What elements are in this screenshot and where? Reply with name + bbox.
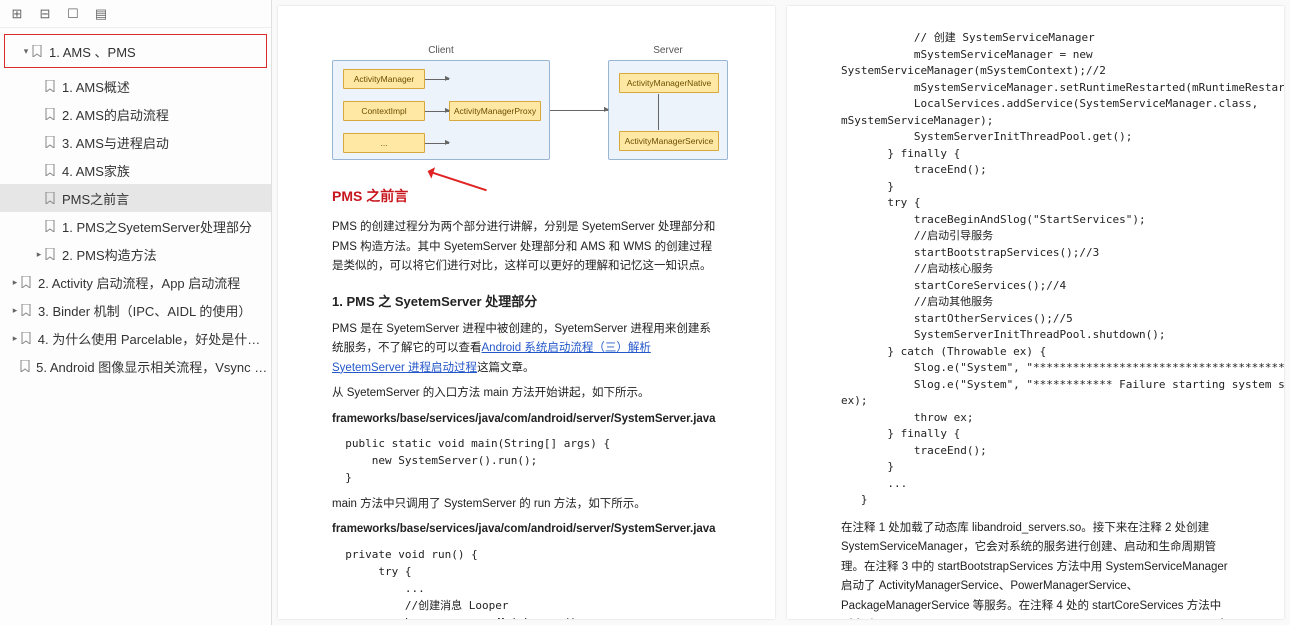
expand-all-icon[interactable]: ⊞ <box>10 7 24 21</box>
bookmark-icon <box>20 276 32 288</box>
heading-pms-preface: PMS 之前言 <box>332 186 721 206</box>
outline-item-label: 4. 为什么使用 Parcelable，好处是什么？ <box>38 329 271 348</box>
chevron-icon: ▾ <box>21 46 31 57</box>
bookmark-icon <box>31 45 43 57</box>
box-contextimpl: ContextImpl <box>343 101 425 121</box>
code-run-method-cont: // 创建 SystemServiceManager mSystemServic… <box>841 30 1230 509</box>
box-activitymanager: ActivityManager <box>343 69 425 89</box>
outline-item-8[interactable]: ▸ 2. Activity 启动流程，App 启动流程 <box>0 268 271 296</box>
bookmark-icon <box>44 248 56 260</box>
bookmark-icon <box>44 108 56 120</box>
box-amnative: ActivityManagerNative <box>619 73 719 93</box>
diagram-client-title: Client <box>333 45 549 56</box>
outline-item-label: 5. Android 图像显示相关流程，Vsync 信号等 <box>36 357 271 376</box>
outline-item-label: 2. AMS的启动流程 <box>62 105 169 124</box>
outline-item-label: 2. PMS构造方法 <box>62 245 157 264</box>
outline-item-label: 1. AMS概述 <box>62 77 130 96</box>
chevron-icon: ▸ <box>10 305 20 316</box>
outline-sidebar: ⊞ ⊟ ☐ ▤ ▾ 1. AMS 、PMS 1. AMS概述 2. AMS的启动流… <box>0 0 272 625</box>
outline-item-11[interactable]: 5. Android 图像显示相关流程，Vsync 信号等 <box>0 352 271 380</box>
outline-item-label: 3. Binder 机制（IPC、AIDL 的使用） <box>38 301 251 320</box>
text-intro-b: 这篇文章。 <box>477 362 535 374</box>
code-path-2: frameworks/base/services/java/com/androi… <box>332 520 721 540</box>
outline-item-7[interactable]: ▸ 2. PMS构造方法 <box>0 240 271 268</box>
heading-pms-systemserver: 1. PMS 之 SyetemServer 处理部分 <box>332 291 721 310</box>
bookmark-icon <box>20 304 32 316</box>
chevron-icon: ▸ <box>34 249 44 260</box>
bookmark-icon <box>20 332 32 344</box>
para-annotation-explain: 在注释 1 处加载了动态库 libandroid_servers.so。接下来在… <box>841 519 1230 620</box>
chevron-icon: ▸ <box>10 333 20 344</box>
active-outline-highlight: ▾ 1. AMS 、PMS <box>4 34 267 68</box>
outline-item-label: 4. AMS家族 <box>62 161 130 180</box>
code-run-method-start: private void run() { try { ... //创建消息 Lo… <box>332 546 721 619</box>
outline-item-label: 1. AMS 、PMS <box>49 42 136 61</box>
outline-item-5[interactable]: PMS之前言 <box>0 184 271 212</box>
outline-item-2[interactable]: 2. AMS的启动流程 <box>0 100 271 128</box>
bookmark-icon <box>44 220 56 232</box>
bookmark-icon <box>44 136 56 148</box>
page-right: // 创建 SystemServiceManager mSystemServic… <box>787 6 1284 619</box>
collapse-all-icon[interactable]: ⊟ <box>38 7 52 21</box>
bookmark-icon <box>44 80 56 92</box>
outline-item-0[interactable]: ▾ 1. AMS 、PMS <box>11 37 260 65</box>
para-run-method-lead: main 方法中只调用了 SystemServer 的 run 方法，如下所示。 <box>332 495 721 515</box>
diagram-server-title: Server <box>609 45 727 56</box>
page-viewport: Client ActivityManager ContextImpl ... A… <box>272 0 1290 625</box>
outline-item-4[interactable]: 4. AMS家族 <box>0 156 271 184</box>
bookmark-outline-icon[interactable]: ☐ <box>66 7 80 21</box>
box-amproxy: ActivityManagerProxy <box>449 101 541 121</box>
page-left: Client ActivityManager ContextImpl ... A… <box>278 6 775 619</box>
outline-item-label: 1. PMS之SyetemServer处理部分 <box>62 217 252 236</box>
bookmark-icon <box>44 192 56 204</box>
box-etc: ... <box>343 133 425 153</box>
outline-item-1[interactable]: 1. AMS概述 <box>0 72 271 100</box>
outline-item-9[interactable]: ▸ 3. Binder 机制（IPC、AIDL 的使用） <box>0 296 271 324</box>
code-main-method: public static void main(String[] args) {… <box>332 435 721 486</box>
code-path-1: frameworks/base/services/java/com/androi… <box>332 410 721 430</box>
outline-item-label: PMS之前言 <box>62 189 129 208</box>
bookmark-icon <box>44 164 56 176</box>
para-systemserver-intro: PMS 是在 SyetemServer 进程中被创建的，SyetemServer… <box>332 320 721 379</box>
outline-item-3[interactable]: 3. AMS与进程启动 <box>0 128 271 156</box>
outline-toolbar: ⊞ ⊟ ☐ ▤ <box>0 0 271 28</box>
para-preface-intro: PMS 的创建过程分为两个部分进行讲解，分别是 SyetemServer 处理部… <box>332 218 721 277</box>
bookmark-filled-icon[interactable]: ▤ <box>94 7 108 21</box>
ams-family-diagram: Client ActivityManager ContextImpl ... A… <box>332 42 728 162</box>
outline-item-10[interactable]: ▸ 4. 为什么使用 Parcelable，好处是什么？ <box>0 324 271 352</box>
bookmark-icon <box>19 360 30 372</box>
para-main-method-lead: 从 SyetemServer 的入口方法 main 方法开始讲起，如下所示。 <box>332 384 721 404</box>
chevron-icon: ▸ <box>10 277 20 288</box>
box-amservice: ActivityManagerService <box>619 131 719 151</box>
outline-item-label: 2. Activity 启动流程，App 启动流程 <box>38 273 240 292</box>
outline-tree: ▾ 1. AMS 、PMS 1. AMS概述 2. AMS的启动流程 3. AMS… <box>0 28 271 625</box>
outline-item-6[interactable]: 1. PMS之SyetemServer处理部分 <box>0 212 271 240</box>
outline-item-label: 3. AMS与进程启动 <box>62 133 169 152</box>
